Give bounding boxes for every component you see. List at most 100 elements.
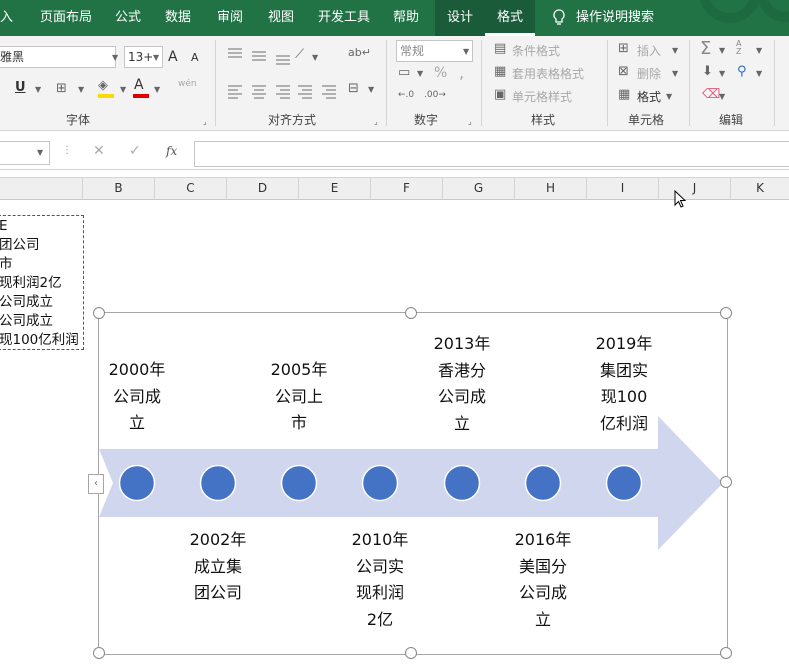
timeline-label-top[interactable]: 2013年 香港分 公司成 立 <box>427 331 497 437</box>
delete-button[interactable]: 删除 <box>637 65 661 82</box>
tell-me-search[interactable]: 操作说明搜索 <box>576 0 654 36</box>
resize-handle[interactable] <box>720 476 732 488</box>
timeline-dot[interactable] <box>199 464 237 502</box>
chevron-down-icon[interactable]: ▼ <box>719 92 725 101</box>
chevron-down-icon[interactable]: ▼ <box>463 47 469 56</box>
column-header-b[interactable]: B <box>83 178 155 199</box>
text-pane-toggle-icon[interactable]: ‹ <box>88 474 104 494</box>
grow-font-button[interactable]: A <box>168 49 178 65</box>
phonetic-button[interactable]: wén <box>178 79 197 89</box>
chevron-down-icon[interactable]: ▼ <box>672 46 678 55</box>
dialog-launcher-icon[interactable]: ⌟ <box>468 115 472 129</box>
column-header-j[interactable]: J <box>659 178 731 199</box>
fill-icon[interactable]: ⬇ <box>702 65 713 79</box>
column-header-g[interactable]: G <box>443 178 515 199</box>
merge-center-icon[interactable]: ⊟ <box>348 82 359 96</box>
tab-format[interactable]: 格式 <box>485 0 535 36</box>
timeline-dot[interactable] <box>280 464 318 502</box>
chevron-down-icon[interactable]: ▼ <box>672 69 678 78</box>
timeline-dot[interactable] <box>443 464 481 502</box>
shrink-font-button[interactable]: A <box>191 51 199 64</box>
tab-insert[interactable]: 入 <box>0 0 13 36</box>
fill-color-icon[interactable]: ◈ <box>98 79 108 93</box>
clear-icon[interactable]: ⌫ <box>702 88 720 102</box>
tab-help[interactable]: 帮助 <box>393 0 419 36</box>
resize-handle[interactable] <box>93 647 105 659</box>
column-header-f[interactable]: F <box>371 178 443 199</box>
chevron-down-icon[interactable]: ▼ <box>112 53 118 62</box>
chevron-down-icon[interactable]: ▼ <box>78 85 84 94</box>
timeline-label-bottom[interactable]: 2016年 美国分 公司成 立 <box>508 527 578 633</box>
comma-button[interactable]: , <box>459 63 464 82</box>
column-header-a[interactable] <box>0 178 83 199</box>
borders-icon[interactable]: ⊞ <box>56 82 67 96</box>
chevron-down-icon[interactable]: ▼ <box>37 148 43 157</box>
smartart-frame[interactable]: 2000年 公司成 立 2005年 公司上 市 2013年 香港分 公司成 立 … <box>98 312 728 655</box>
copied-range[interactable]: E 团公司 市 现利润2亿 公司成立 公司成立 现100亿利润 <box>0 215 84 350</box>
timeline-label-top[interactable]: 2019年 集团实 现100 亿利润 <box>589 331 659 437</box>
timeline-dot[interactable] <box>361 464 399 502</box>
chevron-down-icon[interactable]: ▼ <box>417 69 423 78</box>
column-header-c[interactable]: C <box>155 178 227 199</box>
sort-filter-icon[interactable]: A Z <box>736 40 746 56</box>
timeline-dot[interactable] <box>524 464 562 502</box>
chevron-down-icon[interactable]: ▼ <box>154 85 160 94</box>
timeline-dot[interactable] <box>118 464 156 502</box>
timeline-dot[interactable] <box>605 464 643 502</box>
tab-formulas[interactable]: 公式 <box>115 0 141 36</box>
chevron-down-icon[interactable]: ▼ <box>368 85 374 94</box>
chevron-down-icon[interactable]: ▼ <box>120 85 126 94</box>
column-header-i[interactable]: I <box>587 178 659 199</box>
resize-handle[interactable] <box>720 647 732 659</box>
underline-button[interactable]: U <box>15 80 26 95</box>
dialog-launcher-icon[interactable]: ⌟ <box>374 115 378 129</box>
chevron-down-icon[interactable]: ▼ <box>666 92 672 101</box>
column-header-e[interactable]: E <box>299 178 371 199</box>
tab-review[interactable]: 审阅 <box>217 0 243 36</box>
chevron-down-icon[interactable]: ▼ <box>312 53 318 62</box>
resize-handle[interactable] <box>93 307 105 319</box>
autosum-icon[interactable]: Σ <box>700 38 711 59</box>
tab-design[interactable]: 设计 <box>435 0 485 36</box>
format-as-table-button[interactable]: 套用表格格式 <box>512 65 584 82</box>
tab-developer[interactable]: 开发工具 <box>318 0 370 36</box>
enter-icon[interactable]: ✓ <box>129 143 141 159</box>
cancel-icon[interactable]: ✕ <box>93 143 105 159</box>
wrap-text-icon[interactable]: ab↵ <box>348 46 371 60</box>
chevron-down-icon[interactable]: ▼ <box>153 53 159 62</box>
tab-view[interactable]: 视图 <box>268 0 294 36</box>
timeline-label-bottom[interactable]: 2010年 公司实 现利润 2亿 <box>345 527 415 633</box>
font-name-box[interactable]: 雅黑 <box>0 46 116 68</box>
format-button[interactable]: 格式 <box>637 88 661 105</box>
insert-function-button[interactable]: fx <box>166 144 177 158</box>
tab-data[interactable]: 数据 <box>165 0 191 36</box>
chevron-down-icon[interactable]: ▼ <box>35 85 41 94</box>
conditional-format-button[interactable]: 条件格式 <box>512 42 560 59</box>
timeline-label-bottom[interactable]: 2002年 成立集 团公司 <box>183 527 253 607</box>
column-header-k[interactable]: K <box>731 178 789 199</box>
resize-handle[interactable] <box>405 307 417 319</box>
decrease-decimal-icon[interactable]: .00→ <box>424 88 446 102</box>
column-header-d[interactable]: D <box>227 178 299 199</box>
currency-icon[interactable]: ▭ <box>398 66 410 80</box>
chevron-down-icon[interactable]: ▼ <box>719 46 725 55</box>
chevron-down-icon[interactable]: ▼ <box>756 69 762 78</box>
formula-input[interactable] <box>194 141 789 167</box>
increase-decimal-icon[interactable]: ←.0 <box>398 88 414 102</box>
percent-button[interactable]: % <box>434 65 447 81</box>
orientation-icon[interactable]: ⟋ <box>295 48 304 62</box>
timeline-label-top[interactable]: 2005年 公司上 市 <box>264 357 334 437</box>
column-header-h[interactable]: H <box>515 178 587 199</box>
timeline-label-top[interactable]: 2000年 公司成 立 <box>102 357 172 437</box>
resize-handle[interactable] <box>720 307 732 319</box>
number-format-box[interactable]: 常规 <box>396 40 473 62</box>
tab-page-layout[interactable]: 页面布局 <box>40 0 92 36</box>
insert-button[interactable]: 插入 <box>637 42 661 59</box>
font-color-button[interactable]: A <box>134 77 144 93</box>
find-icon[interactable]: ⚲ <box>737 65 747 79</box>
chevron-down-icon[interactable]: ▼ <box>719 69 725 78</box>
cell-styles-button[interactable]: 单元格样式 <box>512 88 572 105</box>
chevron-down-icon[interactable]: ▼ <box>756 46 762 55</box>
dialog-launcher-icon[interactable]: ⌟ <box>203 115 207 129</box>
resize-handle[interactable] <box>405 647 417 659</box>
